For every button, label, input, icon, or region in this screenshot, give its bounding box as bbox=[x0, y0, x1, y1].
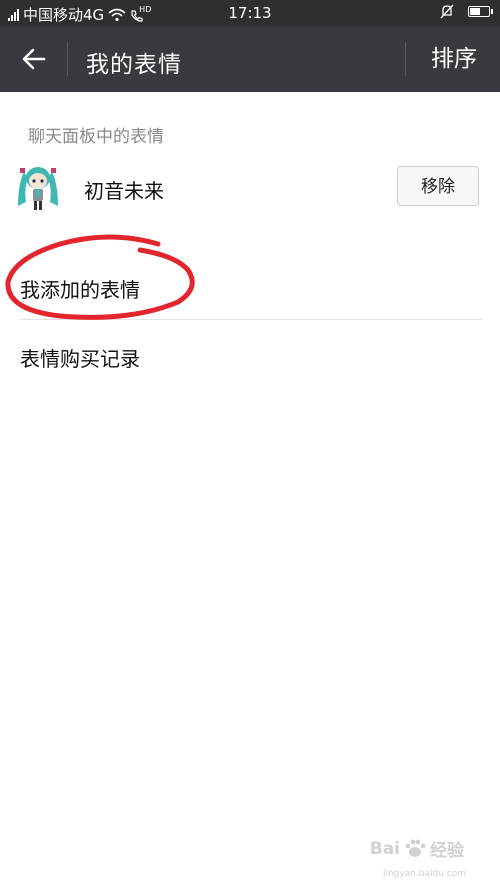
list-divider bbox=[20, 319, 482, 320]
paw-icon bbox=[405, 839, 426, 857]
sort-divider bbox=[405, 42, 406, 76]
status-right bbox=[440, 4, 493, 19]
title-bar: 我的表情 排序 bbox=[0, 26, 500, 92]
mute-bell-icon bbox=[440, 4, 454, 19]
watermark-url: jingyan.baidu.com bbox=[382, 869, 466, 879]
status-time: 17:13 bbox=[228, 4, 272, 22]
chat-panel-section-label: 聊天面板中的表情 bbox=[28, 127, 164, 147]
battery-fill bbox=[470, 8, 480, 15]
title-divider bbox=[67, 42, 68, 76]
back-button[interactable] bbox=[12, 40, 56, 78]
sort-button[interactable]: 排序 bbox=[418, 40, 490, 78]
sticker-row: 初音未来 移除 bbox=[0, 152, 500, 224]
back-arrow-icon bbox=[22, 48, 46, 70]
battery-icon bbox=[468, 6, 493, 17]
sticker-name: 初音未来 bbox=[84, 179, 164, 203]
remove-button[interactable]: 移除 bbox=[397, 166, 479, 206]
menu-item-purchase-history[interactable]: 表情购买记录 bbox=[0, 326, 500, 382]
purchase-history-label: 表情购买记录 bbox=[20, 347, 140, 371]
watermark-brand: Bai bbox=[369, 838, 400, 859]
sticker-avatar bbox=[18, 167, 58, 210]
watermark-suffix: 经验 bbox=[430, 841, 464, 861]
added-stickers-label: 我添加的表情 bbox=[20, 278, 140, 302]
menu-item-added-stickers[interactable]: 我添加的表情 bbox=[0, 258, 500, 314]
page-title: 我的表情 bbox=[86, 52, 182, 78]
status-bar: 中国移动4G HD 17:13 bbox=[0, 0, 500, 26]
watermark: Bai 经验 bbox=[369, 836, 464, 862]
